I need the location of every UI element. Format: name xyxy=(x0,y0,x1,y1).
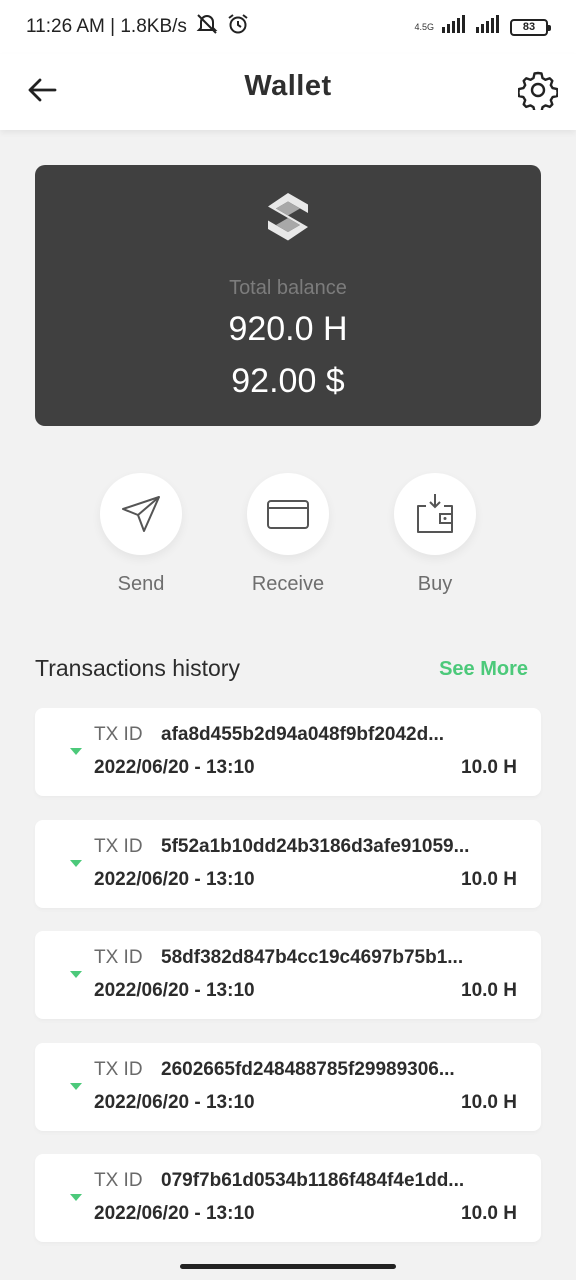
gear-icon xyxy=(518,71,558,110)
incoming-arrow-icon xyxy=(70,860,82,867)
tx-amount: 10.0 H xyxy=(461,869,517,890)
status-bar: 11:26 AM | 1.8KB/s 4.5G 83 xyxy=(0,0,576,54)
signal-icon-2 xyxy=(476,15,502,39)
tx-amount: 10.0 H xyxy=(461,1092,517,1113)
receive-label: Receive xyxy=(251,573,325,595)
notification-muted-icon xyxy=(195,13,219,41)
tx-id-value: 58df382d847b4cc19c4697b75b1... xyxy=(161,947,464,968)
incoming-arrow-icon xyxy=(70,971,82,978)
tx-date: 2022/06/20 - 13:10 xyxy=(94,869,255,890)
transaction-card[interactable]: TX ID 5f52a1b10dd24b3186d3afe91059... 20… xyxy=(35,820,541,908)
balance-amount-usd: 92.00 $ xyxy=(231,362,345,400)
app-bar: Wallet xyxy=(0,54,576,130)
tx-id-value: 079f7b61d0534b1186f484f4e1dd... xyxy=(161,1170,465,1191)
send-action[interactable]: Send xyxy=(81,473,201,596)
tx-id-label: TX ID xyxy=(94,836,143,857)
tx-date: 2022/06/20 - 13:10 xyxy=(94,980,255,1001)
send-button[interactable] xyxy=(100,473,182,555)
tx-id-label: TX ID xyxy=(94,1059,143,1080)
tx-id-label: TX ID xyxy=(94,724,143,745)
transaction-card[interactable]: TX ID 079f7b61d0534b1186f484f4e1dd... 20… xyxy=(35,1154,541,1242)
tx-id-value: afa8d455b2d94a048f9bf2042d... xyxy=(161,724,445,745)
transactions-title: Transactions history xyxy=(35,655,240,681)
alarm-icon xyxy=(227,13,249,41)
tx-id-label: TX ID xyxy=(94,1170,143,1191)
tx-date: 2022/06/20 - 13:10 xyxy=(94,757,255,778)
home-indicator[interactable] xyxy=(180,1264,396,1269)
balance-card: Total balance 920.0 H 92.00 $ xyxy=(35,165,541,426)
send-icon xyxy=(122,496,160,532)
tx-date: 2022/06/20 - 13:10 xyxy=(94,1203,255,1224)
receive-action[interactable]: Receive xyxy=(228,473,348,596)
tx-amount: 10.0 H xyxy=(461,980,517,1001)
status-right: 4.5G 83 xyxy=(414,15,551,39)
send-label: Send xyxy=(117,573,165,595)
page-title: Wallet xyxy=(244,70,332,102)
transaction-card[interactable]: TX ID afa8d455b2d94a048f9bf2042d... 2022… xyxy=(35,708,541,796)
tx-amount: 10.0 H xyxy=(461,757,517,778)
transaction-card[interactable]: TX ID 58df382d847b4cc19c4697b75b1... 202… xyxy=(35,931,541,1019)
wallet-icon xyxy=(417,494,453,533)
network-type: 4.5G xyxy=(414,21,434,32)
settings-button[interactable] xyxy=(516,68,560,112)
status-left: 11:26 AM | 1.8KB/s xyxy=(26,13,249,41)
incoming-arrow-icon xyxy=(70,1083,82,1090)
tx-date: 2022/06/20 - 13:10 xyxy=(94,1092,255,1113)
receive-button[interactable] xyxy=(247,473,329,555)
battery-icon: 83 xyxy=(510,18,551,36)
signal-icon xyxy=(442,15,468,39)
status-time-speed: 11:26 AM | 1.8KB/s xyxy=(26,16,187,37)
card-icon xyxy=(267,500,309,529)
see-more-link[interactable]: See More xyxy=(439,658,528,681)
tx-id-value: 2602665fd248488785f29989306... xyxy=(161,1059,455,1080)
buy-label: Buy xyxy=(417,573,453,595)
tx-amount: 10.0 H xyxy=(461,1203,517,1224)
buy-button[interactable] xyxy=(394,473,476,555)
buy-action[interactable]: Buy xyxy=(375,473,495,596)
tx-id-label: TX ID xyxy=(94,947,143,968)
brand-logo-icon xyxy=(268,193,308,241)
transaction-card[interactable]: TX ID 2602665fd248488785f29989306... 202… xyxy=(35,1043,541,1131)
incoming-arrow-icon xyxy=(70,1194,82,1201)
balance-label: Total balance xyxy=(229,277,347,299)
balance-amount-h: 920.0 H xyxy=(228,310,348,348)
tx-id-value: 5f52a1b10dd24b3186d3afe91059... xyxy=(161,836,470,857)
incoming-arrow-icon xyxy=(70,748,82,755)
